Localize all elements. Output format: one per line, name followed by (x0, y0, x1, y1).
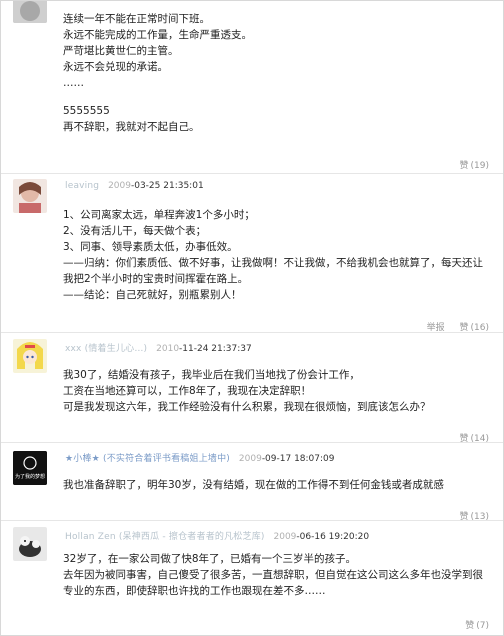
avatar[interactable]: 为了我的梦想 (13, 451, 47, 485)
timestamp-rest: -06-16 19:20:20 (296, 532, 370, 542)
comment-line: 1、公司离家太远，单程奔波1个多小时； (63, 209, 255, 221)
comment-line (63, 91, 493, 103)
comment-line: 工资在当地还算可以，工作8年了，我现在决定辞职！ (63, 385, 312, 397)
comment-meta: leaving 2009-03-25 21:35:01 (65, 181, 204, 191)
timestamp: 2010-11-24 21:37:37 (156, 344, 252, 354)
comment-line: 去年因为被同事害，自己傻受了很多苦，一直想辞职，但自觉在这公司这么多年也没学到很… (63, 569, 483, 597)
comment-meta: ★小棒★ (不实符合着评书看稿姐上墙中) 2009-09-17 18:07:09 (65, 451, 335, 464)
comment-text: 1、公司离家太远，单程奔波1个多小时； 2、没有活儿干，每天做个表； 3、同事、… (63, 207, 493, 303)
like-count: (19) (470, 161, 489, 171)
like-count: (7) (476, 621, 489, 631)
comment-line: 永远不会兑现的承诺。 (63, 61, 168, 73)
timestamp-year: 2009 (238, 454, 262, 464)
comment-text: 连续一年不能在正常时间下班。 永远不能完成的工作量，生命严重透支。 严苛堪比黄世… (63, 11, 493, 135)
timestamp: 2009-03-25 21:35:01 (108, 181, 204, 191)
comment-item: 为了我的梦想 ★小棒★ (不实符合着评书看稿姐上墙中) 2009-09-17 1… (1, 443, 503, 522)
comment-line: 可是我发现这六年，我工作经验没有什么积累，我现在很烦恼，到底该怎么办？ (63, 401, 431, 413)
timestamp-rest: -09-17 18:07:09 (261, 454, 335, 464)
avatar-text: 为了我的梦想 (15, 473, 45, 480)
avatar[interactable] (13, 179, 47, 213)
comment-item: xxx (情着生儿心…) 2010-11-24 21:37:37 我30了，结婚… (1, 333, 503, 444)
comment-text: 我30了，结婚没有孩子，我毕业后在我们当地找了份会计工作， 工资在当地还算可以，… (63, 367, 493, 415)
comment-line: 永远不能完成的工作量，生命严重透支。 (63, 29, 252, 41)
like-button[interactable]: 赞 (7) (459, 621, 489, 631)
comment-actions: 赞 (7) (453, 618, 489, 631)
avatar[interactable] (13, 1, 47, 23)
comment-thread: 连续一年不能在正常时间下班。 永远不能完成的工作量，生命严重透支。 严苛堪比黄世… (0, 0, 504, 636)
avatar[interactable] (13, 527, 47, 561)
comment-line: 再不辞职，我就对不起自己。 (63, 121, 200, 133)
comment-line: …… (63, 77, 84, 89)
username-link[interactable]: xxx (情着生儿心…) (65, 344, 147, 354)
timestamp-rest: -11-24 21:37:37 (179, 344, 252, 354)
comment-text: 32岁了，在一家公司做了快8年了，已婚有一个三岁半的孩子。 去年因为被同事害，自… (63, 551, 493, 599)
username-link[interactable]: ★小棒★ (不实符合着评书看稿姐上墙中) (65, 454, 230, 464)
comment-item: Hollan Zen (呆神西瓜 - 擦仓者者者的凡松芝库) 2009-06-1… (1, 521, 503, 635)
like-button[interactable]: 赞 (19) (454, 161, 490, 171)
like-label: 赞 (459, 161, 469, 171)
timestamp-year: 2010 (156, 344, 180, 354)
comment-line: 我也准备辞职了，明年30岁，没有结婚，现在做的工作得不到任何金钱或者成就感 (63, 479, 444, 491)
avatar[interactable] (13, 339, 47, 373)
comment-meta: Hollan Zen (呆神西瓜 - 擦仓者者者的凡松芝库) 2009-06-1… (65, 529, 369, 542)
comment-line: 严苛堪比黄世仁的主管。 (63, 45, 179, 57)
comment-line: ——结论：自己死就好，别瓶累别人！ (63, 289, 242, 301)
timestamp-year: 2009 (108, 181, 131, 191)
timestamp-rest: -03-25 21:35:01 (130, 181, 204, 191)
timestamp: 2009-09-17 18:07:09 (239, 454, 335, 464)
comment-item: 连续一年不能在正常时间下班。 永远不能完成的工作量，生命严重透支。 严苛堪比黄世… (1, 1, 503, 179)
comment-line: 我30了，结婚没有孩子，我毕业后在我们当地找了份会计工作， (63, 369, 360, 381)
timestamp: 2009-06-16 19:20:20 (274, 532, 370, 542)
comment-line: 连续一年不能在正常时间下班。 (63, 13, 210, 25)
like-label: 赞 (465, 621, 475, 631)
comment-line: 2、没有活儿干，每天做个表； (63, 225, 207, 237)
comment-item: leaving 2009-03-25 21:35:01 1、公司离家太远，单程奔… (1, 173, 503, 333)
comment-actions: 赞 (19) (448, 158, 490, 171)
comment-line: 5555555 (63, 105, 110, 117)
comment-text: 我也准备辞职了，明年30岁，没有结婚，现在做的工作得不到任何金钱或者成就感 (63, 477, 493, 493)
username-link[interactable]: leaving (65, 181, 99, 191)
comment-line: ——归纳：你们素质低、做不好事，让我做啊！不让我做，不给我机会也就算了，每天还让… (63, 257, 483, 285)
comment-line: 3、同事、领导素质太低，办事低效。 (63, 241, 238, 253)
username-link[interactable]: Hollan Zen (呆神西瓜 - 擦仓者者者的凡松芝库) (65, 532, 265, 542)
comment-line: 32岁了，在一家公司做了快8年了，已婚有一个三岁半的孩子。 (63, 553, 357, 565)
timestamp-year: 2009 (273, 532, 297, 542)
comment-meta: xxx (情着生儿心…) 2010-11-24 21:37:37 (65, 341, 252, 354)
